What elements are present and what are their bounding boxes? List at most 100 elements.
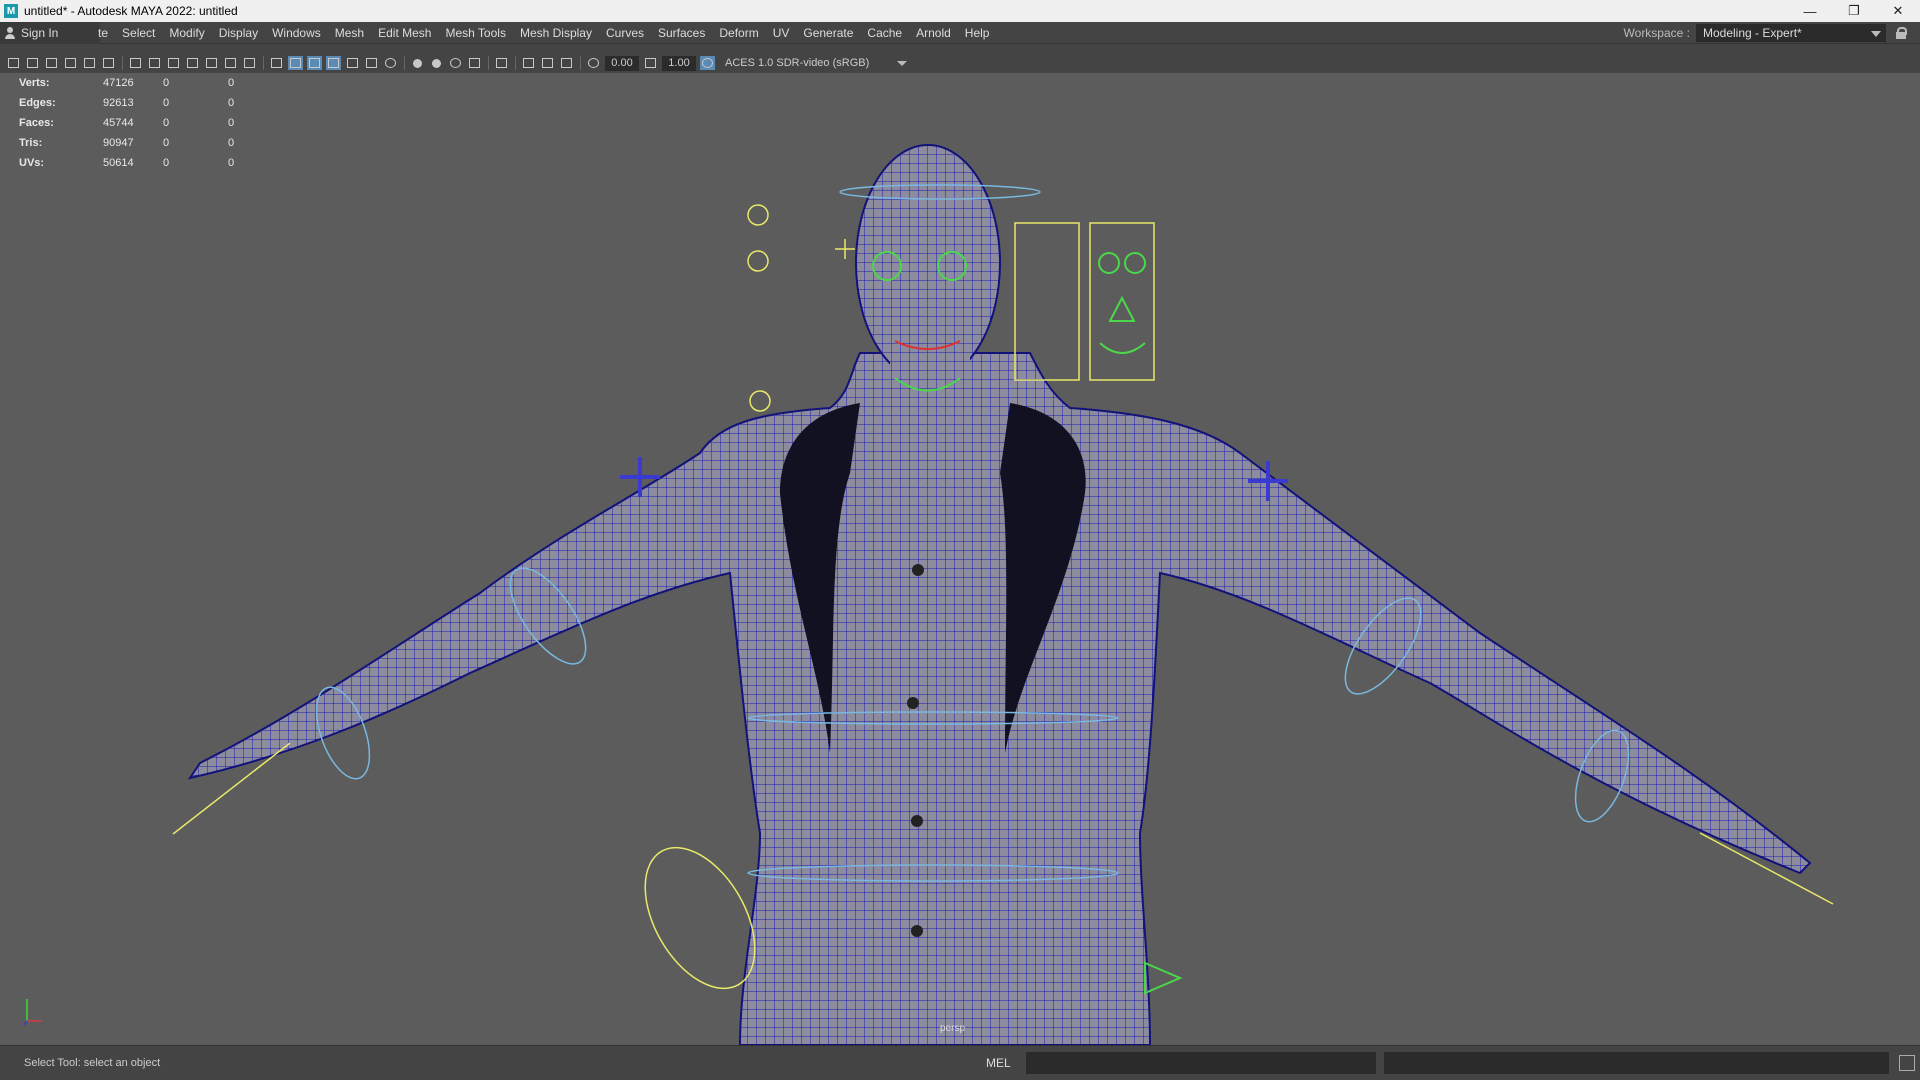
screen-space-ao-icon[interactable] <box>410 56 425 70</box>
grease-pencil-icon[interactable] <box>101 56 116 70</box>
shirt-button <box>912 564 924 576</box>
xray-active-components-icon[interactable] <box>540 56 555 70</box>
menu-surfaces[interactable]: Surfaces <box>651 22 712 44</box>
hud-a: 0 <box>163 137 170 149</box>
camera-name-label: persp <box>940 1023 966 1034</box>
menu-windows[interactable]: Windows <box>265 22 328 44</box>
menu-modify[interactable]: Modify <box>162 22 211 44</box>
character-neck[interactable] <box>890 343 970 413</box>
hud-b: 0 <box>228 137 235 149</box>
menu-edit-mesh[interactable]: Edit Mesh <box>371 22 438 44</box>
hud-value: 47126 <box>103 77 134 89</box>
move-control-arrow[interactable] <box>1144 961 1183 995</box>
help-line: Select Tool: select an object <box>24 1057 161 1069</box>
hud-label: Faces: <box>19 117 54 129</box>
face-gui-eye[interactable] <box>1098 252 1120 274</box>
view-axis-icon <box>23 999 42 1026</box>
close-button[interactable]: ✕ <box>1876 0 1920 22</box>
menu-deform[interactable]: Deform <box>712 22 765 44</box>
smooth-shade-icon[interactable] <box>288 56 303 70</box>
motion-blur-icon[interactable] <box>429 56 444 70</box>
gate-mask-icon[interactable] <box>185 56 200 70</box>
backface-culling-icon[interactable] <box>559 56 574 70</box>
toolbar-divider <box>404 56 405 70</box>
2d-pan-zoom-icon[interactable] <box>82 56 97 70</box>
menu-uv[interactable]: UV <box>766 22 797 44</box>
hud-label: Tris: <box>19 137 43 149</box>
command-line-input[interactable] <box>1026 1052 1376 1074</box>
script-editor-icon[interactable] <box>1899 1055 1915 1071</box>
gamma-field[interactable]: 1.00 <box>662 55 696 71</box>
face-gui-panel-right[interactable] <box>1089 222 1155 381</box>
user-icon <box>4 26 16 39</box>
menu-te[interactable]: te <box>98 22 115 44</box>
textured-icon[interactable] <box>326 56 341 70</box>
xray-icon[interactable] <box>345 56 360 70</box>
hud-value: 45744 <box>103 117 134 129</box>
anti-aliasing-icon[interactable] <box>448 56 463 70</box>
menu-display[interactable]: Display <box>212 22 265 44</box>
resolution-gate-icon[interactable] <box>166 56 181 70</box>
menu-mesh-display[interactable]: Mesh Display <box>513 22 599 44</box>
face-gui-eye[interactable] <box>1124 252 1146 274</box>
face-gui-nose[interactable] <box>1108 295 1136 322</box>
menu-select[interactable]: Select <box>115 22 162 44</box>
sign-in-button[interactable]: Sign In <box>0 21 100 44</box>
face-gui-mouth[interactable] <box>1099 342 1146 354</box>
workspace-selector: Workspace : Modeling - Expert* <box>1623 24 1907 42</box>
exposure-field[interactable]: 0.00 <box>605 55 639 71</box>
hud-label: UVs: <box>19 157 45 169</box>
poly-count-hud: Verts: 47126 0 0 Edges: 92613 0 0 Faces: 45744 0 0 T… <box>19 73 293 173</box>
menu-curves[interactable]: Curves <box>599 22 651 44</box>
bookmark-icon[interactable] <box>44 56 59 70</box>
hud-label: Edges: <box>19 97 56 109</box>
main-menus: te Select Modify Display Windows Mesh Edit Mes… <box>98 22 997 44</box>
camera-icon[interactable] <box>6 56 21 70</box>
safe-action-icon[interactable] <box>223 56 238 70</box>
hud-row: Faces: 45744 0 0 <box>19 113 293 133</box>
gamma-icon[interactable] <box>643 56 658 70</box>
menu-generate[interactable]: Generate <box>796 22 860 44</box>
view-transform-dropdown[interactable]: ACES 1.0 SDR-video (sRGB) <box>721 55 911 71</box>
film-gate-icon[interactable] <box>147 56 162 70</box>
camera-attributes-icon[interactable] <box>25 56 40 70</box>
workspace-dropdown[interactable]: Modeling - Expert* <box>1696 24 1886 42</box>
exposure-icon[interactable] <box>586 56 601 70</box>
workspace-value: Modeling - Expert* <box>1703 26 1802 40</box>
persp-viewport[interactable]: Verts: 47126 0 0 Edges: 92613 0 0 Faces: 45744 0 0 T… <box>0 73 1920 1045</box>
hud-label: Verts: <box>19 77 50 89</box>
workspace-label: Workspace : <box>1623 26 1690 40</box>
xray-joints-icon[interactable] <box>521 56 536 70</box>
ik-pole-control[interactable] <box>749 390 771 412</box>
minimize-button[interactable]: — <box>1788 0 1832 22</box>
image-plane-icon[interactable] <box>63 56 78 70</box>
ik-pole-control[interactable] <box>747 250 769 272</box>
character-mesh[interactable] <box>187 352 1812 1045</box>
depth-of-field-icon[interactable] <box>467 56 482 70</box>
hud-b: 0 <box>228 97 235 109</box>
grid-icon[interactable] <box>128 56 143 70</box>
restore-button[interactable]: ❐ <box>1832 0 1876 22</box>
menu-mesh-tools[interactable]: Mesh Tools <box>438 22 512 44</box>
character-rig-scene <box>172 144 1834 1045</box>
chevron-down-icon <box>897 60 907 66</box>
wireframe-icon[interactable] <box>269 56 284 70</box>
script-language-toggle[interactable]: MEL <box>986 1056 1026 1070</box>
menu-cache[interactable]: Cache <box>860 22 909 44</box>
shirt-button <box>911 925 923 937</box>
menu-arnold[interactable]: Arnold <box>909 22 958 44</box>
shadows-icon[interactable] <box>383 56 398 70</box>
minimize-icon: — <box>1803 3 1817 19</box>
wireframe-on-shaded-icon[interactable] <box>307 56 322 70</box>
hud-a: 0 <box>163 77 170 89</box>
field-chart-icon[interactable] <box>204 56 219 70</box>
use-all-lights-icon[interactable] <box>364 56 379 70</box>
isolate-select-icon[interactable] <box>494 56 509 70</box>
hud-row: Verts: 47126 0 0 <box>19 73 293 93</box>
color-management-icon[interactable] <box>700 56 715 70</box>
menu-mesh[interactable]: Mesh <box>328 22 371 44</box>
ik-pole-control[interactable] <box>747 204 769 226</box>
safe-title-icon[interactable] <box>242 56 257 70</box>
lock-icon[interactable] <box>1896 27 1907 39</box>
menu-help[interactable]: Help <box>958 22 997 44</box>
